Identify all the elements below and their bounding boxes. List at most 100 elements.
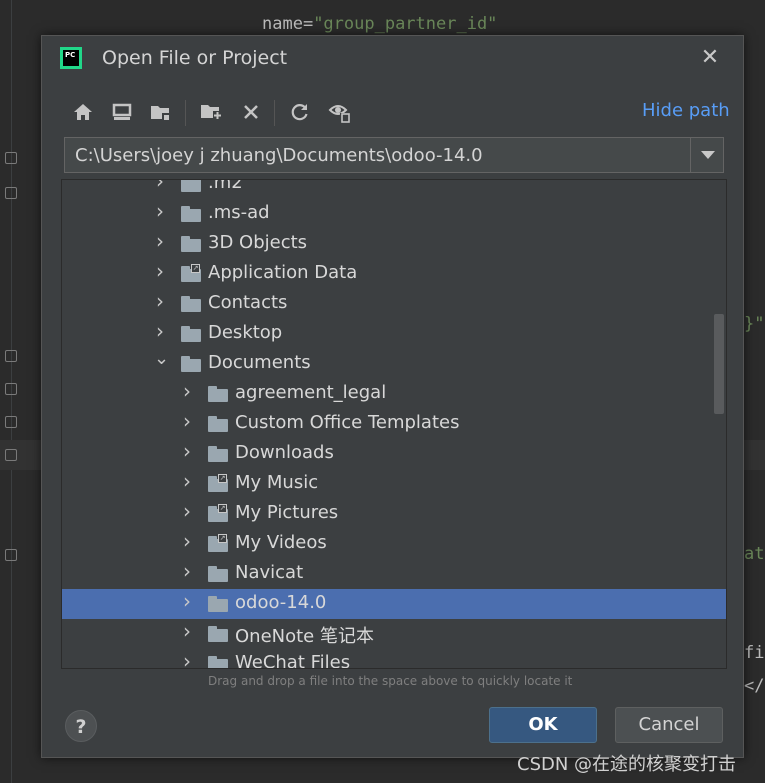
chevron-right-icon[interactable]: › <box>181 471 193 491</box>
chevron-right-icon[interactable]: › <box>181 651 193 668</box>
tree-row-label: 3D Objects <box>208 232 308 253</box>
folder-icon <box>208 386 228 402</box>
fold-marker-icon[interactable] <box>5 549 17 561</box>
tree-row[interactable]: ⌄ Documents <box>62 349 726 379</box>
folder-icon <box>181 296 201 312</box>
folder-icon <box>181 180 201 192</box>
chevron-right-icon[interactable]: › <box>154 291 166 311</box>
code-attribute: name= <box>262 14 314 34</box>
tree-row-label: Contacts <box>208 292 288 313</box>
chevron-right-icon[interactable]: › <box>181 411 193 431</box>
folder-icon <box>181 326 201 342</box>
chevron-right-icon[interactable]: › <box>154 231 166 251</box>
app-icon-text: PC <box>63 50 79 66</box>
code-fragment: </ <box>744 676 765 696</box>
path-field[interactable] <box>64 137 724 174</box>
tree-row-label: Navicat <box>235 562 304 583</box>
path-input[interactable] <box>73 138 687 174</box>
folder-icon <box>208 626 228 642</box>
tree-row[interactable]: › odoo-14.0 <box>62 589 726 619</box>
tree-row-label: .ms-ad <box>208 202 270 223</box>
tree-row-label: odoo-14.0 <box>235 592 327 613</box>
tree-row[interactable]: › Contacts <box>62 289 726 319</box>
folder-icon <box>208 446 228 462</box>
fold-marker-icon[interactable] <box>5 152 17 164</box>
code-fragment: fi <box>744 643 765 663</box>
tree-row[interactable]: › 3D Objects <box>62 229 726 259</box>
tree-row[interactable]: › Navicat <box>62 559 726 589</box>
folder-icon <box>208 596 228 612</box>
tree-row[interactable]: › Custom Office Templates <box>62 409 726 439</box>
tree-row-label: My Pictures <box>235 502 339 523</box>
pycharm-logo-icon: PC <box>60 47 82 69</box>
tree-row[interactable]: › ↗ My Music <box>62 469 726 499</box>
chevron-right-icon[interactable]: › <box>181 621 193 641</box>
open-file-dialog: PC Open File or Project ✕ Hide path C:\U… <box>41 35 744 758</box>
fold-marker-icon[interactable] <box>5 383 17 395</box>
tree-row-label: OneNote 笔记本 <box>235 626 374 647</box>
tree-row[interactable]: › ↗ My Videos <box>62 529 726 559</box>
tree-row-label: Downloads <box>235 442 334 463</box>
close-icon[interactable]: ✕ <box>698 46 722 70</box>
tree-scrollbar[interactable] <box>714 314 724 414</box>
tree-row[interactable]: › ↗ Application Data <box>62 259 726 289</box>
drag-drop-hint: Drag and drop a file into the space abov… <box>208 674 573 688</box>
show-hidden-icon[interactable] <box>327 98 353 126</box>
project-folder-icon[interactable] <box>148 98 174 126</box>
tree-row-label: WeChat Files <box>235 652 351 669</box>
folder-link-icon: ↗ <box>181 264 201 282</box>
chevron-right-icon[interactable]: › <box>181 381 193 401</box>
chevron-right-icon[interactable]: › <box>181 591 193 611</box>
tree-row-label: Desktop <box>208 322 283 343</box>
tree-row[interactable]: › WeChat Files <box>62 649 726 669</box>
tree-row[interactable]: › Downloads <box>62 439 726 469</box>
desktop-icon[interactable] <box>109 98 135 126</box>
folder-icon <box>181 206 201 222</box>
toolbar-separator <box>185 100 186 126</box>
chevron-right-icon[interactable]: › <box>154 321 166 341</box>
code-fragment: at <box>744 544 765 564</box>
folder-link-icon: ↗ <box>208 534 228 552</box>
delete-icon[interactable] <box>238 98 264 126</box>
fold-marker-icon[interactable] <box>5 350 17 362</box>
fold-marker-icon[interactable] <box>5 449 17 461</box>
toolbar-separator <box>274 100 275 126</box>
tree-row-label: My Music <box>235 472 319 493</box>
folder-icon <box>208 566 228 582</box>
refresh-icon[interactable] <box>287 98 313 126</box>
tree-row[interactable]: › Desktop <box>62 319 726 349</box>
tree-row[interactable]: › .m2 <box>62 180 726 199</box>
folder-icon <box>181 356 201 372</box>
chevron-right-icon[interactable]: › <box>181 561 193 581</box>
fold-marker-icon[interactable] <box>5 187 17 199</box>
tree-row[interactable]: › OneNote 笔记本 <box>62 619 726 649</box>
tree-row-label: Documents <box>208 352 311 373</box>
tree-row[interactable]: › agreement_legal <box>62 379 726 409</box>
ok-button[interactable]: OK <box>489 707 597 743</box>
chevron-down-icon[interactable]: ⌄ <box>154 350 169 368</box>
hide-path-link[interactable]: Hide path <box>642 100 730 121</box>
folder-icon <box>208 656 228 668</box>
chevron-right-icon[interactable]: › <box>181 501 193 521</box>
code-line: name="group_partner_id" <box>262 14 497 34</box>
chevron-right-icon[interactable]: › <box>154 261 166 281</box>
chevron-right-icon[interactable]: › <box>181 531 193 551</box>
new-folder-icon[interactable] <box>199 98 225 126</box>
tree-row[interactable]: › .ms-ad <box>62 199 726 229</box>
help-button[interactable]: ? <box>65 710 97 742</box>
fold-marker-icon[interactable] <box>5 416 17 428</box>
path-history-dropdown[interactable] <box>690 138 724 172</box>
code-string: "group_partner_id" <box>313 14 498 34</box>
tree-row[interactable]: › ↗ My Pictures <box>62 499 726 529</box>
chevron-right-icon[interactable]: › <box>154 180 166 191</box>
chevron-down-icon <box>700 151 715 159</box>
tree-row-label: Custom Office Templates <box>235 412 460 433</box>
cancel-button[interactable]: Cancel <box>615 707 723 743</box>
chevron-right-icon[interactable]: › <box>154 201 166 221</box>
chevron-right-icon[interactable]: › <box>181 441 193 461</box>
folder-icon <box>181 236 201 252</box>
tree-row-label: My Videos <box>235 532 327 553</box>
dialog-titlebar: PC Open File or Project ✕ <box>42 36 743 84</box>
file-tree[interactable]: › .m2 › .ms-ad › 3D Objects › ↗ Application Data… <box>61 179 727 669</box>
home-icon[interactable] <box>70 98 96 126</box>
